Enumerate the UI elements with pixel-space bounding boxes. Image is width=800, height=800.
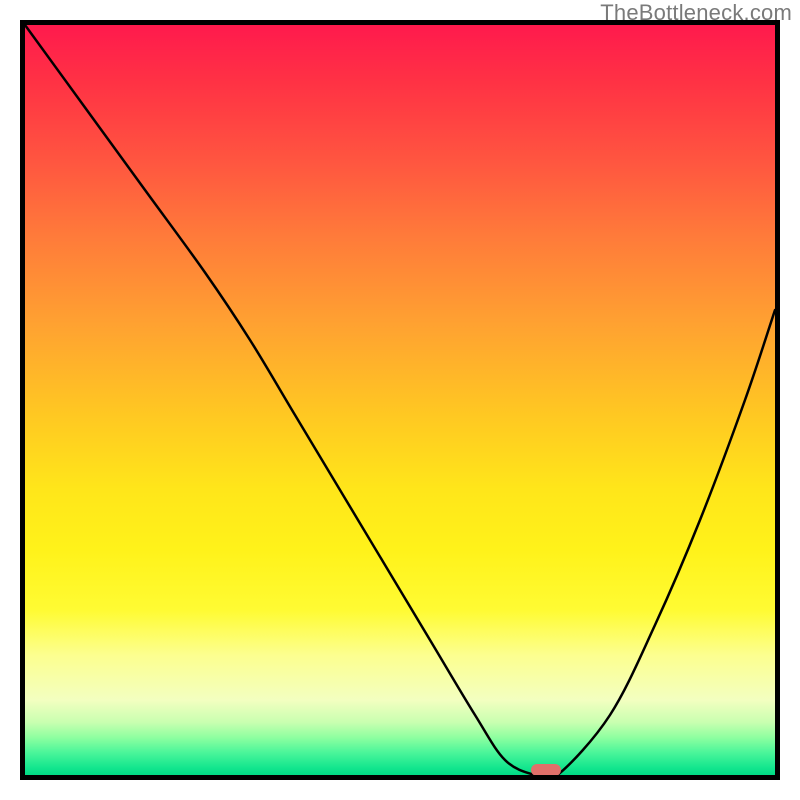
bottleneck-curve (25, 25, 775, 775)
chart-container: TheBottleneck.com (0, 0, 800, 800)
plot-area (20, 20, 780, 780)
optimal-point-marker (531, 764, 561, 776)
